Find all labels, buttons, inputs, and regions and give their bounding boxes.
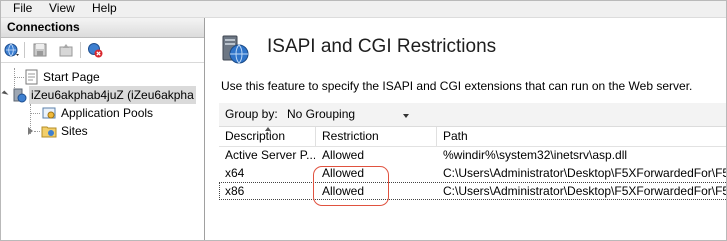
- up-level-icon[interactable]: [58, 42, 74, 58]
- table-row[interactable]: x64 Allowed C:\Users\Administrator\Deskt…: [219, 164, 727, 182]
- feature-description: Use this feature to specify the ISAPI an…: [221, 79, 693, 93]
- group-by-dropdown[interactable]: No Grouping: [287, 107, 355, 121]
- tree-item-application-pools[interactable]: Application Pools: [1, 104, 204, 122]
- toolbar-separator: [80, 42, 81, 58]
- menu-help[interactable]: Help: [90, 1, 119, 17]
- table-row[interactable]: x86 Allowed C:\Users\Administrator\Deskt…: [219, 182, 727, 200]
- page-title: ISAPI and CGI Restrictions: [267, 36, 497, 57]
- menu-bar: File View Help: [1, 1, 726, 18]
- cell-description: x86: [225, 184, 245, 198]
- column-header-path[interactable]: Path: [437, 127, 723, 146]
- cell-description: x64: [225, 166, 245, 180]
- tree-item-server[interactable]: iZeu6akphab4juZ (iZeu6akpha: [1, 86, 204, 104]
- tree-item-label: iZeu6akphab4juZ (iZeu6akpha: [29, 86, 196, 104]
- connections-pane: Connections Start Page iZeu6akphab4juZ (…: [1, 18, 205, 240]
- connections-header: Connections: [1, 18, 204, 38]
- menu-file[interactable]: File: [11, 1, 34, 17]
- sites-folder-icon: [41, 126, 57, 138]
- isapi-cgi-feature-icon: [222, 35, 249, 64]
- feature-pane: ISAPI and CGI Restrictions Use this feat…: [205, 18, 727, 240]
- connect-globe-icon[interactable]: [4, 42, 20, 58]
- cell-path: C:\Users\Administrator\Desktop\F5XForwar…: [443, 184, 727, 198]
- tree-item-label: Sites: [61, 124, 88, 138]
- table-header: Description Restriction Path: [219, 126, 726, 147]
- iis-manager-window: File View Help Connections Start Page iZ…: [0, 0, 727, 241]
- group-by-label: Group by:: [225, 107, 278, 121]
- table-row[interactable]: Active Server P... Allowed %windir%\syst…: [219, 146, 726, 164]
- expand-arrow-icon[interactable]: [28, 127, 33, 135]
- toolbar-separator: [24, 42, 25, 58]
- connections-toolbar: [1, 38, 204, 63]
- disconnect-icon[interactable]: [87, 42, 103, 58]
- restrictions-table: Description Restriction Path Active Serv…: [219, 126, 727, 240]
- column-header-restriction[interactable]: Restriction: [316, 127, 434, 146]
- tree-item-label: Start Page: [43, 70, 100, 84]
- cell-restriction: Allowed: [322, 148, 365, 162]
- menu-view[interactable]: View: [47, 1, 77, 17]
- cell-path: %windir%\system32\inetsrv\asp.dll: [443, 148, 628, 162]
- sort-ascending-icon: [265, 127, 271, 131]
- cell-description: Active Server P...: [225, 148, 315, 162]
- tree-item-label: Application Pools: [61, 106, 154, 120]
- application-pools-icon: [42, 107, 56, 119]
- collapse-arrow-icon[interactable]: [1, 90, 9, 98]
- cell-path: C:\Users\Administrator\Desktop\F5XForwar…: [443, 166, 727, 180]
- group-by-bar: Group by: No Grouping: [219, 103, 726, 127]
- save-icon[interactable]: [32, 42, 48, 58]
- tree-item-start-page[interactable]: Start Page: [1, 68, 204, 86]
- annotation-highlight: [313, 166, 389, 206]
- tree-item-sites[interactable]: Sites: [1, 122, 204, 140]
- start-page-icon: [25, 69, 38, 85]
- server-icon: [13, 88, 27, 103]
- chevron-down-icon[interactable]: [403, 114, 409, 118]
